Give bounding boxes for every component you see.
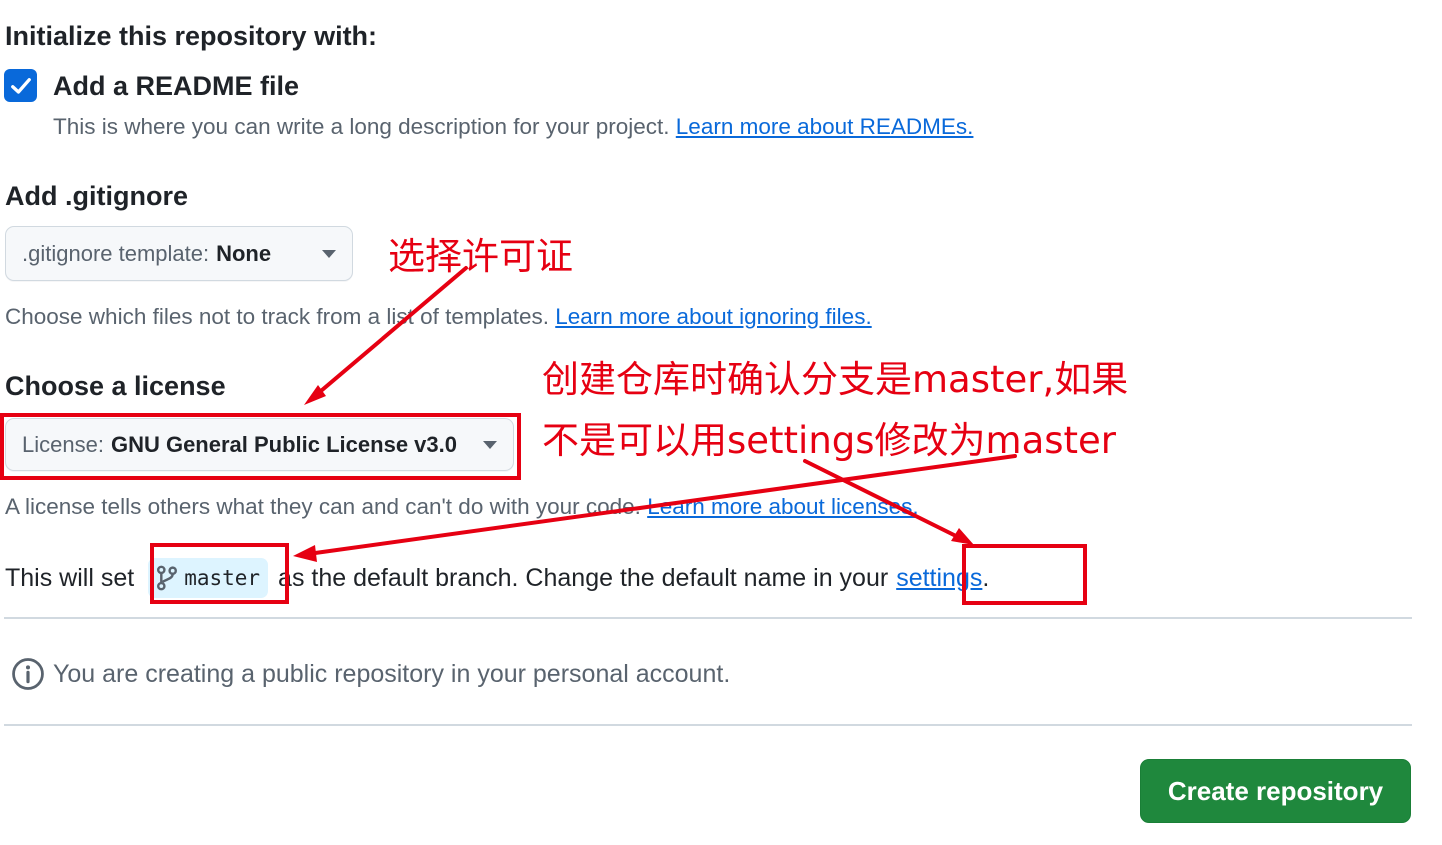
arrowhead-settings [951,528,974,545]
arrowhead-branch [293,545,317,562]
annotation-arrows [293,266,1017,562]
arrow-to-branch-badge [306,454,1017,556]
arrow-to-license-dropdown [313,266,468,398]
